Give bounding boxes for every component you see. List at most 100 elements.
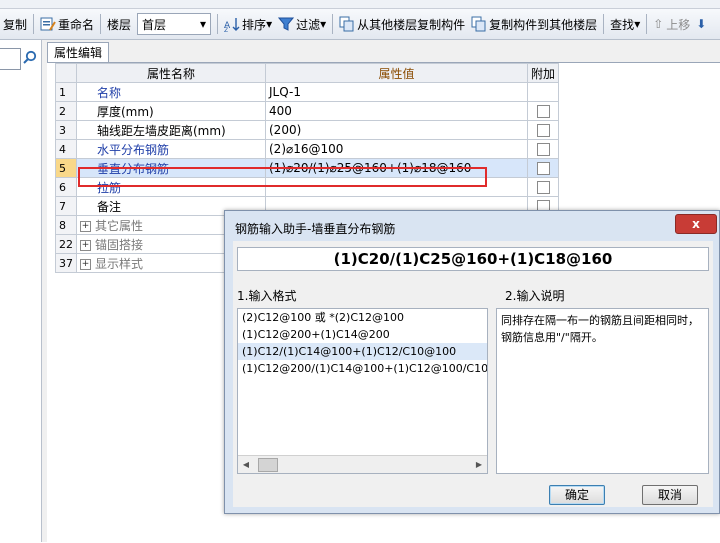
search-button[interactable] [21,48,39,68]
chevron-down-icon: ▾ [200,17,207,31]
filter-button-label: 过滤 [296,17,321,32]
header-extra: 附加 [526,63,560,83]
find-button[interactable]: 查找 ▾ [607,12,643,36]
property-value[interactable]: JLQ-1 [265,82,528,102]
property-name: 厚度(mm) [76,101,266,121]
property-name: 垂直分布钢筋 [76,158,266,178]
rename-button[interactable]: 重命名 [37,12,97,36]
move-up-label: 上移 [666,17,691,32]
search-input[interactable] [0,48,21,70]
extra-cell [526,120,560,140]
list-item[interactable]: (1)C12@200+(1)C14@200 [238,326,487,343]
ok-button[interactable]: 确定 [549,485,605,505]
toolbar-separator [603,14,605,34]
row-number: 8 [55,215,77,235]
property-value[interactable]: (1)⌀20/(1)⌀25@160+(1)⌀18@160 [265,158,528,178]
header-name: 属性名称 [76,63,266,83]
property-group-label: 锚固搭接 [95,237,144,252]
svg-text:Z: Z [224,27,228,32]
list-item[interactable]: (1)C12@200/(1)C14@100+(1)C12@100/C10@200 [238,360,487,377]
extra-checkbox[interactable] [536,143,550,156]
table-row-selected[interactable]: 5 垂直分布钢筋 (1)⌀20/(1)⌀25@160+(1)⌀18@160 [55,158,560,178]
table-row[interactable]: 1 名称 JLQ-1 [55,82,560,102]
extra-checkbox[interactable] [536,105,550,118]
header-rownum [55,63,77,83]
grid-header-row: 属性名称 属性值 附加 [55,63,560,83]
rename-button-label: 重命名 [58,17,95,32]
search-icon [23,50,37,67]
property-value[interactable]: 400 [265,101,528,121]
row-number: 22 [55,234,77,254]
format-list[interactable]: (2)C12@100 或 *(2)C12@100 (1)C12@200+(1)C… [237,308,488,474]
list-item-selected[interactable]: (1)C12/(1)C14@100+(1)C12/C10@100 [238,343,487,360]
toolbar-separator [646,14,648,34]
horizontal-scrollbar[interactable]: ◀ ▶ [238,455,487,473]
scrollbar-thumb[interactable] [258,458,278,472]
row-number: 5 [55,158,77,178]
format-section-label: 1.输入格式 [237,289,297,303]
floor-label-text: 楼层 [107,17,132,32]
extra-checkbox[interactable] [536,162,550,175]
left-pane [0,40,42,542]
list-item[interactable]: (2)C12@100 或 *(2)C12@100 [238,309,487,326]
extra-cell [526,82,560,102]
dialog-body: (1)C20/(1)C25@160+(1)C18@160 1.输入格式 2.输入… [233,241,713,507]
row-number: 2 [55,101,77,121]
move-up-button[interactable]: ⇧ 上移 [650,12,693,36]
floor-select[interactable]: 首层 ▾ [137,13,212,35]
table-row[interactable]: 4 水平分布钢筋 (2)⌀16@100 [55,139,560,159]
tab-property-edit[interactable]: 属性编辑 [47,42,110,63]
row-number: 1 [55,82,77,102]
extra-cell [526,139,560,159]
row-number: 6 [55,177,77,197]
floor-select-value: 首层 [142,17,167,32]
copy-button[interactable]: 复制 [0,12,30,36]
extra-checkbox[interactable] [536,124,550,137]
property-name: 名称 [76,82,266,102]
copy-from-floor-label: 从其他楼层复制构件 [357,17,466,32]
toolbar-separator [100,14,102,34]
expand-icon[interactable]: + [80,220,91,232]
table-row[interactable]: 2 厚度(mm) 400 [55,101,560,121]
row-number: 37 [55,253,77,273]
extra-cell [526,158,560,178]
scroll-right-icon[interactable]: ▶ [471,456,487,473]
property-name: 轴线距左墙皮距离(mm) [76,120,266,140]
dialog-title: 钢筋输入助手-墙垂直分布钢筋 [235,222,396,236]
table-row[interactable]: 6 拉筋 [55,177,560,197]
property-value[interactable]: (2)⌀16@100 [265,139,528,159]
find-button-label: 查找 [610,17,635,32]
extra-checkbox[interactable] [536,181,550,194]
sort-button[interactable]: AZ 排序 ▾ [221,12,275,36]
tab-property-edit-label: 属性编辑 [54,46,103,60]
property-name: 水平分布钢筋 [76,139,266,159]
toolbar-separator [33,14,35,34]
row-number: 7 [55,196,77,216]
chevron-down-icon: ▾ [320,17,327,31]
scroll-left-icon[interactable]: ◀ [238,456,254,473]
filter-icon [278,16,295,32]
expand-icon[interactable]: + [80,239,91,251]
arrow-up-icon: ⇧ [653,17,664,31]
cancel-button[interactable]: 取消 [642,485,698,505]
property-group-label: 其它属性 [95,218,144,233]
table-row[interactable]: 3 轴线距左墙皮距离(mm) (200) [55,120,560,140]
close-icon: x [692,217,700,231]
copy-button-label: 复制 [3,17,28,32]
copy-to-floor-icon [471,16,487,32]
copy-to-floor-button[interactable]: 复制构件到其他楼层 [468,12,600,36]
copy-from-floor-button[interactable]: 从其他楼层复制构件 [336,12,468,36]
sort-icon: AZ [224,16,240,32]
sort-button-label: 排序 [242,17,267,32]
filter-button[interactable]: 过滤 ▾ [275,12,329,36]
toolbar-separator [217,14,219,34]
row-number: 3 [55,120,77,140]
expand-icon[interactable]: + [80,258,91,270]
move-down-button[interactable]: ⬇ [693,12,709,36]
copy-to-floor-label: 复制构件到其他楼层 [489,17,598,32]
property-value[interactable]: (200) [265,120,528,140]
property-group-label: 显示样式 [95,256,144,271]
close-button[interactable]: x [675,214,717,234]
arrow-down-icon: ⬇ [696,17,707,31]
property-value[interactable] [265,177,528,197]
